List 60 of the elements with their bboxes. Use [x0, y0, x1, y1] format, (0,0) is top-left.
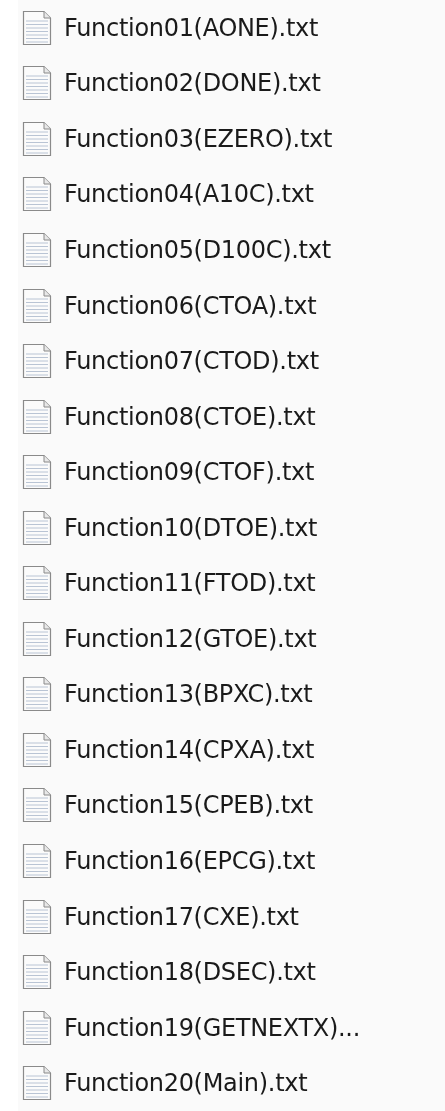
text-file-icon — [22, 731, 52, 768]
file-item[interactable]: Function14(CPXA).txt — [18, 722, 445, 778]
text-file-icon — [22, 120, 52, 157]
text-file-icon — [22, 842, 52, 879]
file-name: Function15(CPEB).txt — [64, 791, 313, 820]
file-name: Function18(DSEC).txt — [64, 958, 316, 987]
file-item[interactable]: Function07(CTOD).txt — [18, 333, 445, 389]
file-item[interactable]: Function13(BPXC).txt — [18, 666, 445, 723]
file-name: Function07(CTOD).txt — [64, 347, 319, 376]
file-item[interactable]: Function08(CTOE).txt — [18, 388, 445, 445]
file-name: Function08(CTOE).txt — [64, 402, 316, 431]
file-name: Function19(GETNEXTX)... — [64, 1013, 360, 1042]
text-file-icon — [22, 454, 52, 491]
file-item[interactable]: Function05(D100C).txt — [18, 222, 445, 278]
file-item[interactable]: Function02(DONE).txt — [18, 55, 445, 112]
text-file-icon — [22, 898, 52, 935]
file-name: Function10(DTOE).txt — [64, 513, 318, 542]
text-file-icon — [22, 509, 52, 546]
text-file-icon — [22, 787, 52, 824]
text-file-icon — [22, 620, 52, 657]
file-name: Function16(EPCG).txt — [64, 846, 315, 875]
file-item[interactable]: Function01(AONE).txt — [18, 0, 445, 56]
file-item[interactable]: Function15(CPEB).txt — [18, 777, 445, 834]
text-file-icon — [22, 954, 52, 991]
text-file-icon — [22, 1065, 52, 1102]
text-file-icon — [22, 231, 52, 268]
file-item[interactable]: Function17(CXE).txt — [18, 888, 445, 945]
text-file-icon — [22, 9, 52, 46]
file-name: Function03(EZERO).txt — [64, 124, 333, 153]
file-item[interactable]: Function04(A10C).txt — [18, 166, 445, 223]
file-item[interactable]: Function19(GETNEXTX)... — [18, 999, 445, 1056]
file-item[interactable]: Function09(CTOF).txt — [18, 444, 445, 500]
text-file-icon — [22, 176, 52, 213]
file-item[interactable]: Function06(CTOA).txt — [18, 277, 445, 334]
file-name: Function05(D100C).txt — [64, 235, 331, 264]
file-name: Function02(DONE).txt — [64, 69, 321, 98]
file-item[interactable]: Function18(DSEC).txt — [18, 944, 445, 1000]
text-file-icon — [22, 1009, 52, 1046]
file-item[interactable]: Function12(GTOE).txt — [18, 611, 445, 667]
text-file-icon — [22, 676, 52, 713]
file-item[interactable]: Function10(DTOE).txt — [18, 499, 445, 556]
file-item[interactable]: Function20(Main).txt — [18, 1055, 445, 1111]
file-name: Function20(Main).txt — [64, 1069, 308, 1098]
file-name: Function09(CTOF).txt — [64, 458, 315, 487]
file-item[interactable]: Function03(EZERO).txt — [18, 111, 445, 167]
file-name: Function12(GTOE).txt — [64, 624, 317, 653]
file-name: Function06(CTOA).txt — [64, 291, 317, 320]
file-name: Function11(FTOD).txt — [64, 569, 316, 598]
file-name: Function13(BPXC).txt — [64, 680, 313, 709]
text-file-icon — [22, 65, 52, 102]
file-name: Function14(CPXA).txt — [64, 735, 315, 764]
file-name: Function04(A10C).txt — [64, 180, 314, 209]
text-file-icon — [22, 398, 52, 435]
text-file-icon — [22, 343, 52, 380]
text-file-icon — [22, 565, 52, 602]
text-file-icon — [22, 287, 52, 324]
file-item[interactable]: Function11(FTOD).txt — [18, 555, 445, 611]
file-item[interactable]: Function16(EPCG).txt — [18, 833, 445, 889]
file-name: Function17(CXE).txt — [64, 902, 299, 931]
file-name: Function01(AONE).txt — [64, 13, 318, 42]
